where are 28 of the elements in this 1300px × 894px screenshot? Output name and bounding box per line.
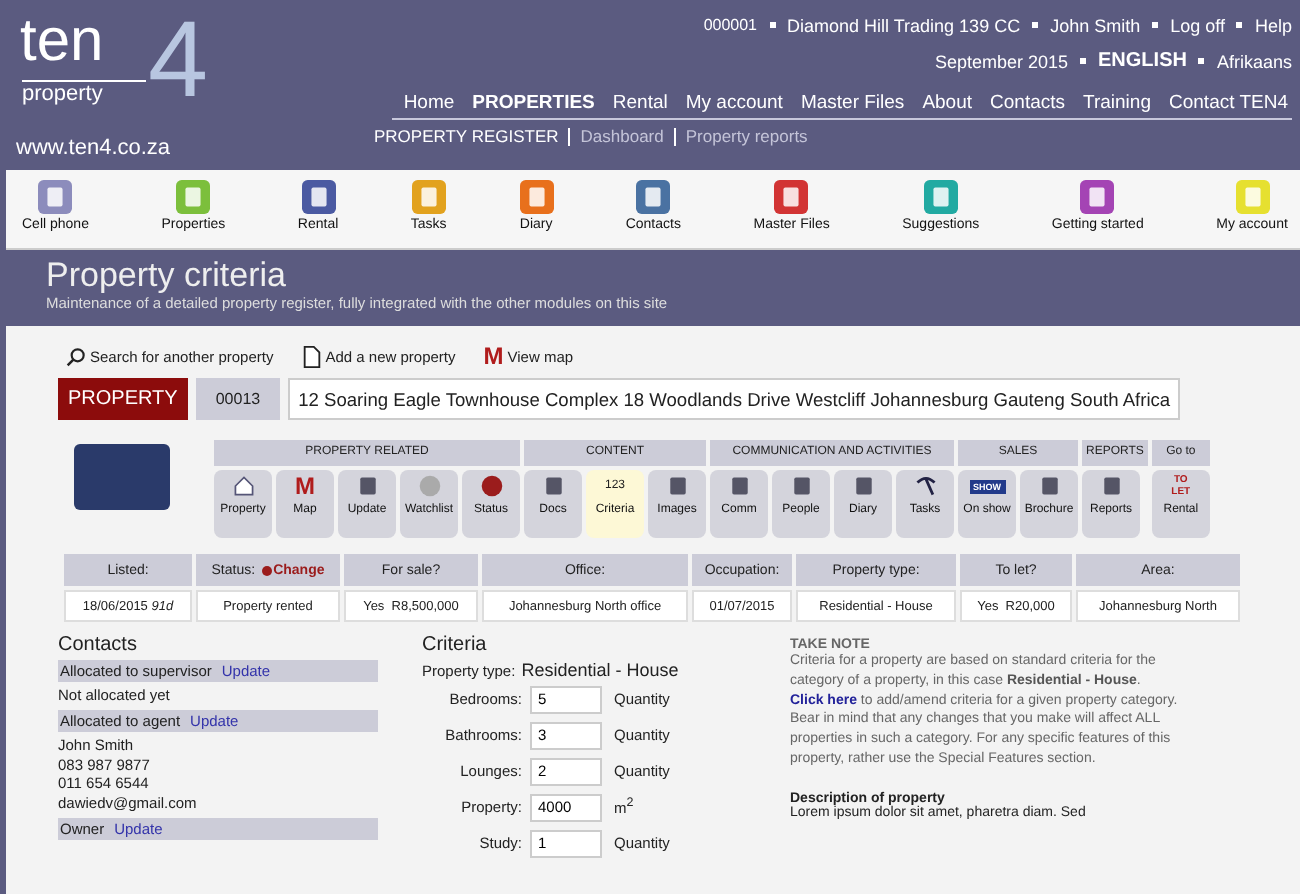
nav-tab[interactable]: My account [685,92,783,114]
website-url: www.ten4.co.za [16,136,173,160]
subnav-link[interactable]: Dashboard [568,128,674,146]
nav-tab[interactable]: Contact TEN4 [1169,92,1288,114]
nav-tab[interactable]: Rental [612,92,668,114]
account-number: 000001 [703,16,758,34]
current-period: September 2015 [934,51,1069,71]
property-address: 12 Soaring Eagle Townhouse Complex 18 Woodlands Drive Westcliff Johannesburg Gauteng South Africa [288,378,1181,420]
company-name: Diamond Hill Trading 139 CC [787,15,1021,35]
language-link[interactable]: Afrikaans [1216,51,1292,71]
subnav-link[interactable]: Property reports [673,128,818,146]
nav-tab[interactable]: Home [403,92,455,114]
nav-tab[interactable]: PROPERTIES [472,92,595,114]
criteria-heading: Criteria [422,634,489,656]
property-label: PROPERTY [58,378,188,420]
property-number: 00013 [195,378,281,420]
logoff-link[interactable]: Log off [1170,15,1225,35]
subnav-link[interactable]: PROPERTY REGISTER [374,128,569,146]
nav-tab[interactable]: About [922,92,973,114]
property-type-value: Residential - House [521,660,679,680]
nav-tab[interactable]: Contacts [990,92,1066,114]
nav-tab[interactable]: Master Files [800,92,905,114]
contacts-heading: Contacts [58,634,139,656]
help-link[interactable]: Help [1254,15,1292,35]
page-title: Property criteria [46,256,288,294]
language-link[interactable]: ENGLISH [1098,50,1187,72]
nav-tab[interactable]: Training [1083,92,1151,114]
user-name: John Smith [1050,15,1141,35]
